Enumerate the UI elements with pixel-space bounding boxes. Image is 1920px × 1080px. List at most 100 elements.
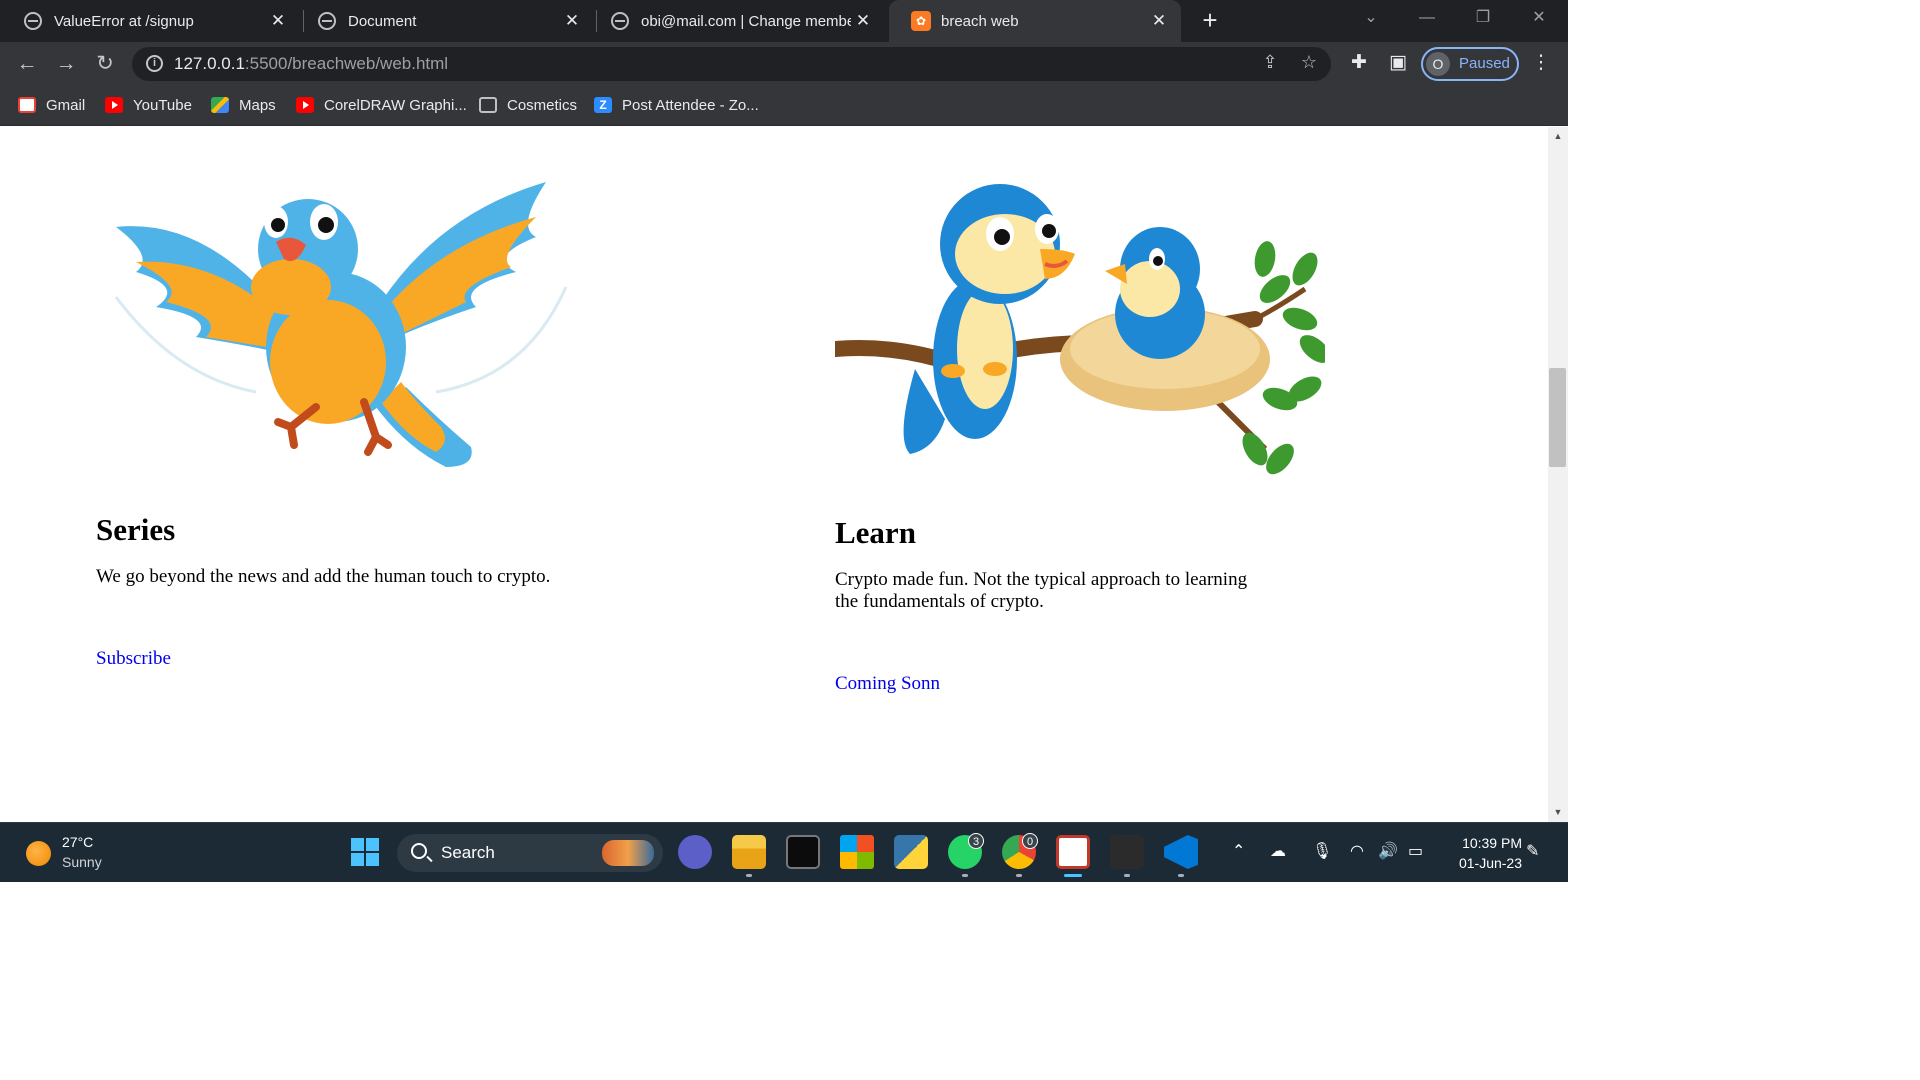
- chrome-badge: 0: [1022, 833, 1038, 849]
- scroll-up-icon[interactable]: ▲: [1548, 131, 1568, 141]
- series-description: We go beyond the news and add the human …: [96, 566, 551, 587]
- globe-icon: [24, 12, 42, 30]
- youtube-icon: [296, 97, 314, 113]
- browser-toolbar: ← → ↻ i 127.0.0.1:5500/breachweb/web.htm…: [0, 42, 1568, 86]
- tab-strip: ValueError at /signup ✕ Document ✕ obi@m…: [0, 0, 1568, 42]
- extensions-icon[interactable]: ✚: [1346, 51, 1372, 77]
- page-viewport: Series We go beyond the news and add the…: [0, 127, 1548, 822]
- chevron-up-icon[interactable]: ⌃: [1232, 841, 1245, 861]
- youtube-icon: [105, 97, 123, 113]
- bookmark-zoom[interactable]: Z Post Attendee - Zo...: [594, 94, 759, 116]
- teams-chat-icon[interactable]: [678, 835, 712, 869]
- clock-date: 01-Jun-23: [1458, 855, 1522, 871]
- side-panel-icon[interactable]: ▣: [1385, 51, 1411, 77]
- forward-icon[interactable]: →: [51, 50, 81, 80]
- snipping-tool-icon[interactable]: [1056, 835, 1090, 869]
- bookmark-label: YouTube: [133, 96, 192, 114]
- series-card: Series We go beyond the news and add the…: [96, 512, 736, 670]
- wifi-icon[interactable]: ◠: [1350, 841, 1364, 861]
- learn-description: Crypto made fun. Not the typical approac…: [835, 569, 1248, 612]
- terminal-icon[interactable]: [1110, 835, 1144, 869]
- file-explorer-icon[interactable]: [732, 835, 766, 869]
- running-indicator: [1124, 874, 1130, 877]
- volume-icon[interactable]: 🔊: [1378, 841, 1398, 861]
- search-label: Search: [441, 843, 495, 862]
- share-icon[interactable]: ⇪: [1258, 52, 1282, 76]
- page-scrollbar[interactable]: ▲ ▼: [1548, 127, 1568, 822]
- new-tab-button[interactable]: +: [1196, 4, 1224, 38]
- reload-icon[interactable]: ↻: [90, 50, 120, 80]
- gmail-icon: [18, 97, 36, 113]
- bookmark-star-icon[interactable]: ☆: [1297, 52, 1321, 76]
- close-icon[interactable]: ✕: [851, 11, 875, 31]
- birds-nest-image: [835, 184, 1325, 475]
- address-bar[interactable]: i 127.0.0.1:5500/breachweb/web.html ⇪ ☆: [132, 47, 1331, 81]
- bookmark-label: Cosmetics: [507, 96, 578, 114]
- weather-condition[interactable]: Sunny: [62, 854, 102, 870]
- running-indicator: [962, 874, 968, 877]
- profile-button[interactable]: O Paused: [1421, 47, 1519, 81]
- restore-icon[interactable]: ❐: [1458, 0, 1508, 42]
- bookmark-label: Maps: [239, 96, 276, 114]
- bookmarks-bar: Gmail YouTube Maps CorelDRAW Graphi... C…: [0, 86, 1568, 126]
- learn-heading: Learn: [835, 515, 916, 550]
- tab-title: breach web: [941, 12, 1019, 30]
- site-info-icon[interactable]: i: [146, 55, 163, 72]
- tab-title: obi@mail.com | Change member: [641, 12, 851, 30]
- active-indicator: [1064, 874, 1082, 877]
- tab-title: ValueError at /signup: [54, 12, 194, 30]
- bookmark-maps[interactable]: Maps: [211, 94, 276, 116]
- globe-icon: [479, 97, 497, 113]
- sun-icon[interactable]: [26, 841, 51, 866]
- battery-icon[interactable]: ▭: [1408, 841, 1423, 861]
- minimize-icon[interactable]: —: [1402, 0, 1452, 42]
- globe-icon: [318, 12, 336, 30]
- tab-valueerror[interactable]: ValueError at /signup ✕: [0, 0, 300, 42]
- menu-icon[interactable]: ⋮: [1528, 51, 1554, 77]
- search-icon: [411, 843, 427, 859]
- tab-breach-web[interactable]: ✿ breach web ✕: [889, 0, 1181, 42]
- tab-title: Document: [348, 12, 417, 30]
- onedrive-cloud-icon[interactable]: ☁: [1270, 841, 1286, 861]
- start-button[interactable]: [348, 835, 382, 869]
- bookmark-youtube[interactable]: YouTube: [105, 94, 192, 116]
- back-icon[interactable]: ←: [12, 50, 42, 80]
- avatar: O: [1426, 52, 1450, 76]
- vscode-icon[interactable]: [1164, 835, 1198, 869]
- close-icon[interactable]: ✕: [560, 11, 584, 31]
- tab-change-member[interactable]: obi@mail.com | Change member ✕: [587, 0, 885, 42]
- coming-soon-link[interactable]: Coming Sonn: [835, 673, 940, 695]
- tab-document[interactable]: Document ✕: [294, 0, 594, 42]
- xampp-icon: ✿: [911, 11, 931, 31]
- tab-search-icon[interactable]: ⌄: [1346, 0, 1396, 42]
- subscribe-link[interactable]: Subscribe: [96, 648, 171, 670]
- flying-bird-image: [114, 182, 568, 467]
- running-indicator: [1016, 874, 1022, 877]
- window-close-icon[interactable]: ✕: [1514, 0, 1564, 42]
- bookmark-cosmetics[interactable]: Cosmetics: [479, 94, 577, 116]
- close-icon[interactable]: ✕: [1147, 11, 1171, 31]
- close-icon[interactable]: ✕: [266, 11, 290, 31]
- weather-temperature[interactable]: 27°C: [62, 834, 93, 850]
- bookmark-label: CorelDRAW Graphi...: [324, 96, 467, 114]
- python-icon[interactable]: [894, 835, 928, 869]
- taskbar: 27°C Sunny Search 3 0 ⌃ ☁ 🎙 ◠ 🔊 ▭ 10:39 …: [0, 822, 1568, 882]
- running-indicator: [746, 874, 752, 877]
- notifications-icon[interactable]: ✎: [1526, 841, 1539, 861]
- bookmark-label: Gmail: [46, 96, 86, 114]
- bookmark-gmail[interactable]: Gmail: [18, 94, 85, 116]
- microsoft-store-icon[interactable]: [840, 835, 874, 869]
- maps-icon: [211, 97, 229, 113]
- zoom-icon: Z: [594, 97, 612, 113]
- address-url: 127.0.0.1:5500/breachweb/web.html: [174, 54, 449, 73]
- scroll-down-icon[interactable]: ▼: [1548, 807, 1568, 817]
- terminal-app-icon[interactable]: [786, 835, 820, 869]
- learn-card: Learn Crypto made fun. Not the typical a…: [835, 515, 1275, 695]
- microphone-icon[interactable]: 🎙: [1312, 841, 1332, 861]
- scrollbar-thumb[interactable]: [1549, 368, 1566, 467]
- bookmark-coreldraw[interactable]: CorelDRAW Graphi...: [296, 94, 467, 116]
- clock[interactable]: 10:39 PM 01-Jun-23: [1440, 833, 1522, 873]
- globe-icon: [611, 12, 629, 30]
- taskbar-search[interactable]: Search: [397, 834, 663, 872]
- series-heading: Series: [96, 512, 176, 547]
